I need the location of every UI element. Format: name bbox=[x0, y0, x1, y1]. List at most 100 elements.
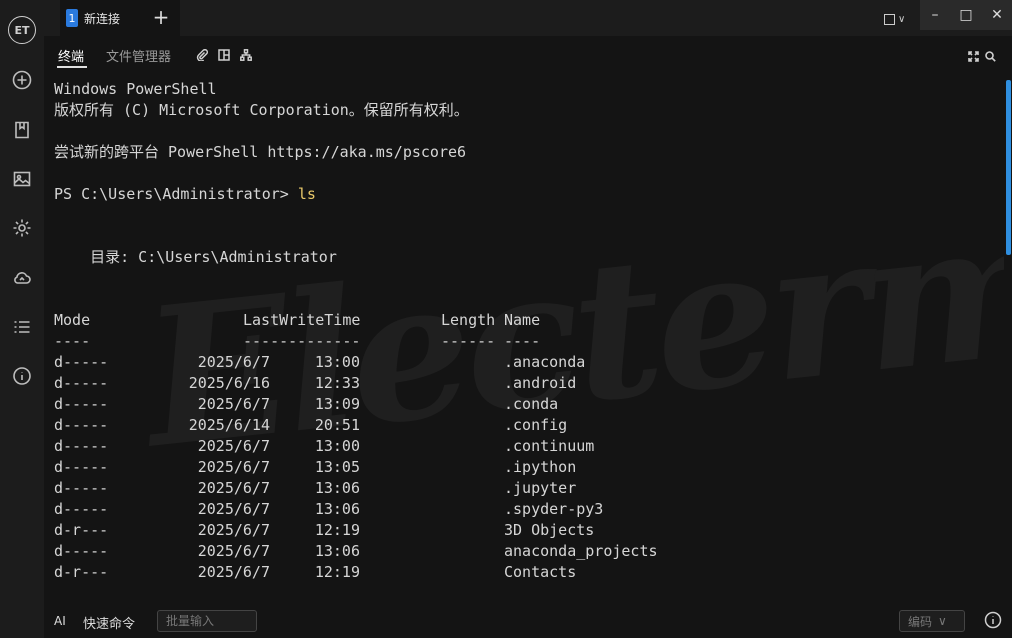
row-date: 2025/6/7 bbox=[197, 563, 270, 581]
separator-name: ---- bbox=[504, 332, 541, 350]
row-time: 13:06 bbox=[314, 479, 360, 497]
add-bookmark-icon[interactable] bbox=[10, 68, 34, 92]
banner-line-1: Windows PowerShell bbox=[54, 80, 217, 98]
app-logo[interactable]: ET bbox=[8, 16, 36, 44]
row-mode: d----- bbox=[54, 353, 109, 371]
row-date: 2025/6/7 bbox=[197, 521, 270, 539]
row-date: 2025/6/7 bbox=[197, 437, 270, 455]
minimize-button[interactable]: – bbox=[920, 0, 950, 30]
subtab-terminal[interactable]: 终端 bbox=[58, 46, 84, 65]
table-separator-row: ---- ------------- ------ ---- bbox=[54, 331, 754, 352]
table-row: d----- 2025/6/14 20:51 .config bbox=[54, 415, 754, 436]
fullscreen-icon[interactable] bbox=[968, 47, 982, 62]
separator-length: ------ bbox=[441, 332, 496, 350]
layout-menu-button[interactable]: ∨ bbox=[884, 10, 914, 28]
tab-title: 新连接 bbox=[84, 11, 121, 26]
row-name: .config bbox=[504, 416, 568, 434]
row-date: 2025/6/14 bbox=[188, 416, 270, 434]
separator-lastwritetime: ------------- bbox=[243, 332, 361, 350]
row-mode: d-r--- bbox=[54, 521, 109, 539]
row-date: 2025/6/7 bbox=[197, 500, 270, 518]
row-name: .anaconda bbox=[504, 353, 586, 371]
banner-line-4: 尝试新的跨平台 PowerShell https://aka.ms/pscore… bbox=[54, 143, 467, 161]
row-time: 13:06 bbox=[314, 542, 360, 560]
row-name: .spyder-py3 bbox=[504, 500, 604, 518]
sitemap-icon[interactable] bbox=[240, 46, 254, 61]
table-row: d-r--- 2025/6/7 12:19 Contacts bbox=[54, 562, 754, 583]
row-date: 2025/6/7 bbox=[197, 542, 270, 560]
row-name: .continuum bbox=[504, 437, 595, 455]
row-date: 2025/6/16 bbox=[188, 374, 270, 392]
split-view-icon[interactable] bbox=[218, 46, 232, 61]
row-mode: d----- bbox=[54, 374, 109, 392]
bottom-bar: AI 快速命令 编码 ∨ bbox=[44, 604, 1012, 638]
table-row: d----- 2025/6/7 13:06 anaconda_projects bbox=[54, 541, 754, 562]
quick-commands-button[interactable]: 快速命令 bbox=[83, 613, 135, 632]
row-name: .conda bbox=[504, 395, 559, 413]
attachment-icon[interactable] bbox=[196, 46, 210, 62]
row-name: .android bbox=[504, 374, 577, 392]
row-time: 12:19 bbox=[314, 563, 360, 581]
row-date: 2025/6/7 bbox=[197, 395, 270, 413]
settings-gear-icon[interactable] bbox=[10, 216, 34, 240]
row-time: 13:09 bbox=[314, 395, 360, 413]
bookmarks-icon[interactable] bbox=[10, 118, 34, 142]
row-date: 2025/6/7 bbox=[197, 479, 270, 497]
terminal-scrollbar-thumb[interactable] bbox=[1006, 80, 1011, 255]
maximize-button[interactable]: □ bbox=[951, 0, 981, 30]
batch-input-field[interactable] bbox=[157, 610, 257, 632]
prompt-text: PS C:\Users\Administrator> bbox=[54, 185, 298, 203]
encoding-select[interactable]: 编码 ∨ bbox=[899, 610, 965, 632]
separator-mode: ---- bbox=[54, 332, 91, 350]
table-row: d----- 2025/6/7 13:00 .continuum bbox=[54, 436, 754, 457]
row-mode: d----- bbox=[54, 500, 109, 518]
subtab-file-manager[interactable]: 文件管理器 bbox=[106, 46, 171, 65]
row-mode: d----- bbox=[54, 458, 109, 476]
table-row: d----- 2025/6/16 12:33 .android bbox=[54, 373, 754, 394]
row-name: 3D Objects bbox=[504, 521, 595, 539]
encoding-label: 编码 bbox=[908, 614, 933, 629]
add-tab-button[interactable]: + bbox=[150, 6, 172, 28]
row-mode: d----- bbox=[54, 542, 109, 560]
window-controls: – □ ✕ bbox=[920, 0, 1012, 30]
prompt-line: PS C:\Users\Administrator> ls bbox=[54, 184, 316, 205]
active-subtab-underline bbox=[57, 66, 87, 68]
table-row: d----- 2025/6/7 13:06 .jupyter bbox=[54, 478, 754, 499]
layout-square-icon bbox=[884, 13, 895, 25]
ai-button[interactable]: AI bbox=[54, 614, 66, 628]
row-name: .ipython bbox=[504, 458, 577, 476]
row-name: anaconda_projects bbox=[504, 542, 658, 560]
table-row: d----- 2025/6/7 13:00 .anaconda bbox=[54, 352, 754, 373]
row-time: 13:00 bbox=[314, 437, 360, 455]
table-row: d----- 2025/6/7 13:06 .spyder-py3 bbox=[54, 499, 754, 520]
close-button[interactable]: ✕ bbox=[982, 0, 1012, 30]
header-lastwritetime: LastWriteTime bbox=[243, 311, 361, 329]
info-icon[interactable] bbox=[10, 364, 34, 388]
table-header-row: Mode LastWriteTime Length Name bbox=[54, 310, 754, 331]
cloud-sync-icon[interactable] bbox=[10, 266, 34, 290]
row-time: 13:00 bbox=[314, 353, 360, 371]
row-mode: d-r--- bbox=[54, 563, 109, 581]
chevron-down-icon: ∨ bbox=[898, 13, 906, 25]
table-row: d----- 2025/6/7 13:05 .ipython bbox=[54, 457, 754, 478]
search-icon[interactable] bbox=[985, 47, 999, 62]
terminal-output[interactable]: Electerm Windows PowerShell 版权所有 (C) Mic… bbox=[44, 70, 1004, 600]
image-icon[interactable] bbox=[10, 167, 34, 191]
tab-number-badge: 1 bbox=[66, 9, 78, 27]
list-icon[interactable] bbox=[10, 315, 34, 339]
directory-line: 目录: C:\Users\Administrator bbox=[54, 248, 337, 266]
tab-bar: 1 新连接 + ∨ – □ ✕ bbox=[44, 0, 1012, 36]
row-date: 2025/6/7 bbox=[197, 353, 270, 371]
info-icon[interactable] bbox=[984, 611, 1002, 629]
row-mode: d----- bbox=[54, 437, 109, 455]
sidebar: ET bbox=[0, 0, 44, 638]
header-name: Name bbox=[504, 311, 541, 329]
row-mode: d----- bbox=[54, 395, 109, 413]
row-time: 12:19 bbox=[314, 521, 360, 539]
row-time: 20:51 bbox=[314, 416, 360, 434]
row-name: .jupyter bbox=[504, 479, 577, 497]
command-text: ls bbox=[297, 185, 316, 203]
row-time: 13:05 bbox=[314, 458, 360, 476]
banner-line-2: 版权所有 (C) Microsoft Corporation。保留所有权利。 bbox=[54, 101, 469, 119]
row-time: 13:06 bbox=[314, 500, 360, 518]
